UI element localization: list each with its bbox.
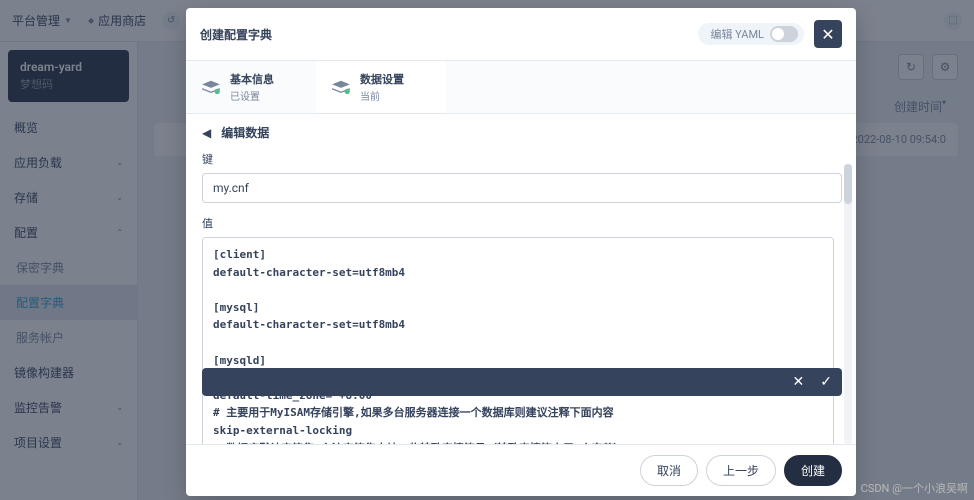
back-arrow-icon[interactable]: ◀ (202, 126, 211, 140)
toggle-switch[interactable] (770, 26, 798, 42)
key-label: 键 (202, 151, 840, 167)
watermark: CSDN @一个小浪吴啊 (861, 480, 968, 496)
value-textarea[interactable] (202, 237, 834, 444)
yaml-toggle[interactable]: 编辑 YAML (698, 23, 804, 45)
cancel-x-icon[interactable]: ✕ (793, 374, 805, 390)
section-title: 编辑数据 (221, 124, 269, 141)
modal-body: ◀ 编辑数据 键 值 ✕ ✓ (186, 114, 856, 444)
cancel-button[interactable]: 取消 (640, 455, 698, 486)
step-data-settings[interactable]: 数据设置当前 (316, 61, 446, 113)
layers-icon (200, 79, 222, 95)
key-input[interactable] (202, 173, 842, 203)
create-configmap-modal: 创建配置字典 编辑 YAML ✕ 基本信息已设置 数据设置当前 ◀ 编辑数据 键… (186, 8, 856, 496)
modal-title: 创建配置字典 (200, 26, 272, 43)
value-label: 值 (202, 215, 840, 231)
layers-icon (330, 79, 352, 95)
action-bar: ✕ ✓ (202, 368, 842, 396)
scrollbar[interactable] (844, 164, 852, 444)
step-basic-info[interactable]: 基本信息已设置 (186, 61, 316, 113)
create-button[interactable]: 创建 (784, 455, 842, 486)
modal-header: 创建配置字典 编辑 YAML ✕ (186, 8, 856, 61)
confirm-check-icon[interactable]: ✓ (820, 374, 832, 390)
modal-footer: 取消 上一步 创建 (186, 444, 856, 496)
step-tabs: 基本信息已设置 数据设置当前 (186, 61, 856, 114)
prev-button[interactable]: 上一步 (706, 455, 776, 486)
close-button[interactable]: ✕ (814, 20, 842, 48)
